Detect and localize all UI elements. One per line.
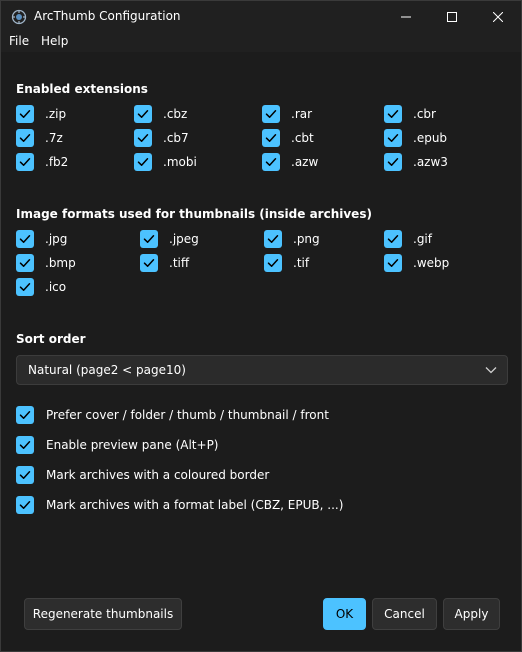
close-icon (493, 11, 503, 22)
checkbox-label: .7z (45, 131, 63, 145)
checkmark-icon (387, 259, 399, 267)
extensions-heading: Enabled extensions (16, 82, 148, 96)
checkbox-7z[interactable] (16, 129, 34, 147)
checkmark-icon (19, 411, 31, 419)
checkbox-label: .jpeg (169, 232, 199, 246)
menu-bar: File Help (1, 32, 521, 52)
checkbox-gif[interactable] (384, 230, 402, 248)
checkbox-label: .cbt (291, 131, 314, 145)
checkbox-azw3[interactable] (384, 153, 402, 171)
checkbox-ico[interactable] (16, 278, 34, 296)
checkmark-icon (19, 471, 31, 479)
ok-button[interactable]: OK (323, 598, 366, 630)
checkbox-tif[interactable] (264, 254, 282, 272)
menu-file[interactable]: File (9, 34, 29, 48)
checkbox-label: .gif (413, 232, 432, 246)
checkbox-label: .jpg (45, 232, 68, 246)
config-window: ArcThumb Configuration File Help Enabled… (0, 0, 522, 652)
minimize-icon (401, 16, 411, 17)
checkbox-label: .cb7 (163, 131, 189, 145)
checkmark-icon (387, 158, 399, 166)
checkbox-label: .tiff (169, 256, 190, 270)
checkbox-label: .fb2 (45, 155, 69, 169)
checkbox-label: .webp (413, 256, 450, 270)
checkmark-icon (19, 283, 31, 291)
checkbox-label: .png (293, 232, 320, 246)
checkmark-icon (143, 259, 155, 267)
maximize-icon (447, 11, 457, 22)
checkbox-azw[interactable] (262, 153, 280, 171)
checkmark-icon (265, 110, 277, 118)
checkbox-cbt[interactable] (262, 129, 280, 147)
checkbox-cbz[interactable] (134, 105, 152, 123)
maximize-button[interactable] (429, 1, 475, 32)
checkmark-icon (19, 134, 31, 142)
option-label: Mark archives with a format label (CBZ, … (46, 498, 344, 512)
checkbox-mobi[interactable] (134, 153, 152, 171)
checkmark-icon (137, 134, 149, 142)
checkmark-icon (137, 158, 149, 166)
menu-help[interactable]: Help (41, 34, 68, 48)
checkbox-label: .mobi (163, 155, 197, 169)
checkbox-label: .rar (291, 107, 313, 121)
checkbox-tiff[interactable] (140, 254, 158, 272)
chevron-down-icon (485, 367, 497, 374)
option-label: Enable preview pane (Alt+P) (46, 438, 219, 452)
checkbox-label: .zip (45, 107, 67, 121)
cancel-button[interactable]: Cancel (372, 598, 437, 630)
formats-heading: Image formats used for thumbnails (insid… (16, 207, 372, 221)
regenerate-thumbnails-button[interactable]: Regenerate thumbnails (24, 598, 182, 630)
option-checkbox-3[interactable] (16, 466, 34, 484)
checkmark-icon (19, 441, 31, 449)
checkmark-icon (267, 259, 279, 267)
option-label: Mark archives with a coloured border (46, 468, 270, 482)
checkbox-bmp[interactable] (16, 254, 34, 272)
checkbox-png[interactable] (264, 230, 282, 248)
option-checkbox-1[interactable] (16, 406, 34, 424)
checkmark-icon (143, 235, 155, 243)
option-checkbox-4[interactable] (16, 496, 34, 514)
option-label: Prefer cover / folder / thumb / thumbnai… (46, 408, 329, 422)
window-title: ArcThumb Configuration (34, 9, 181, 23)
checkbox-label: .azw3 (413, 155, 448, 169)
checkmark-icon (265, 158, 277, 166)
checkbox-epub[interactable] (384, 129, 402, 147)
content-area: Enabled extensions .zip .cbz .rar .cbr .7z .c… (1, 52, 521, 651)
checkmark-icon (387, 235, 399, 243)
app-logo-icon (11, 9, 27, 25)
checkbox-zip[interactable] (16, 105, 34, 123)
checkbox-label: .tif (293, 256, 310, 270)
minimize-button[interactable] (383, 1, 429, 32)
checkbox-label: .bmp (45, 256, 76, 270)
checkmark-icon (19, 158, 31, 166)
option-checkbox-2[interactable] (16, 436, 34, 454)
checkbox-label: .cbr (413, 107, 436, 121)
checkbox-jpeg[interactable] (140, 230, 158, 248)
checkbox-label: .cbz (163, 107, 188, 121)
checkbox-label: .ico (45, 280, 67, 294)
checkmark-icon (19, 110, 31, 118)
checkbox-jpg[interactable] (16, 230, 34, 248)
checkbox-webp[interactable] (384, 254, 402, 272)
sort-order-select[interactable]: Natural (page2 < page10) (16, 355, 508, 385)
checkmark-icon (19, 501, 31, 509)
checkmark-icon (387, 110, 399, 118)
checkmark-icon (267, 235, 279, 243)
close-button[interactable] (475, 1, 521, 32)
checkbox-cb7[interactable] (134, 129, 152, 147)
checkmark-icon (19, 235, 31, 243)
checkbox-fb2[interactable] (16, 153, 34, 171)
checkbox-label: .epub (413, 131, 448, 145)
title-bar[interactable]: ArcThumb Configuration (1, 1, 521, 32)
sort-heading: Sort order (16, 332, 86, 346)
checkmark-icon (19, 259, 31, 267)
apply-button[interactable]: Apply (443, 598, 500, 630)
checkbox-label: .azw (291, 155, 319, 169)
sort-order-value: Natural (page2 < page10) (28, 363, 186, 377)
checkmark-icon (137, 110, 149, 118)
checkmark-icon (387, 134, 399, 142)
checkbox-rar[interactable] (262, 105, 280, 123)
checkmark-icon (265, 134, 277, 142)
checkbox-cbr[interactable] (384, 105, 402, 123)
